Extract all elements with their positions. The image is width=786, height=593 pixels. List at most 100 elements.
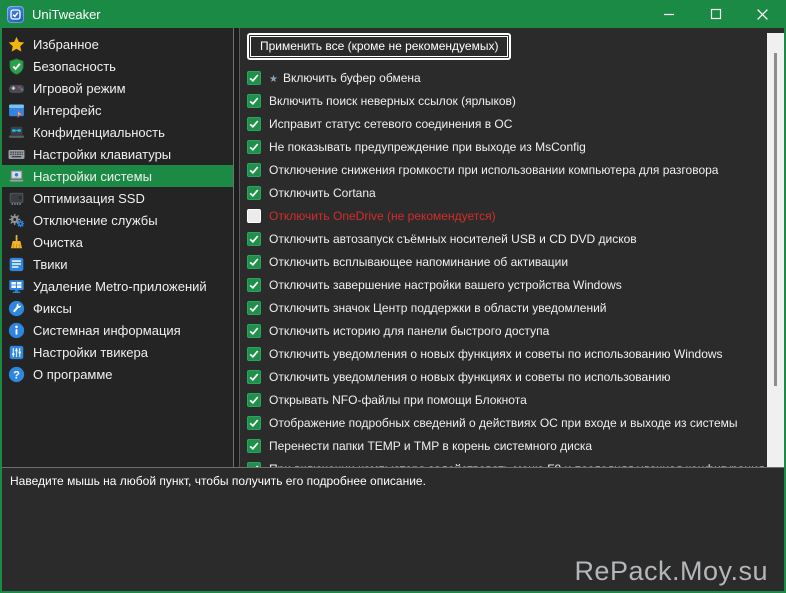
checkbox-checked[interactable] xyxy=(247,186,261,200)
tweak-options-list: ★Включить буфер обмена Включить поиск нев… xyxy=(247,66,760,467)
sidebar-item-interface[interactable]: Интерфейс xyxy=(2,99,233,121)
close-button[interactable] xyxy=(739,0,786,28)
titlebar: UniTweaker xyxy=(0,0,786,28)
checkbox-checked[interactable] xyxy=(247,301,261,315)
watermark-text: RePack.Moy.su xyxy=(574,556,768,587)
checkbox-checked[interactable] xyxy=(247,232,261,246)
checkbox-checked[interactable] xyxy=(247,140,261,154)
broom-icon xyxy=(8,234,25,251)
laptop-icon xyxy=(8,168,25,185)
sidebar-item-favorites[interactable]: Избранное xyxy=(2,33,233,55)
tweak-option-row[interactable]: Отключить всплывающее напоминание об акт… xyxy=(247,250,760,273)
sidebar-item-label: Конфиденциальность xyxy=(33,125,165,140)
checkbox-checked[interactable] xyxy=(247,163,261,177)
sidebar-item-metro-apps[interactable]: Удаление Metro-приложений xyxy=(2,275,233,297)
tweak-option-label: Отключить уведомления о новых функциях и… xyxy=(269,347,723,361)
sidebar-item-services[interactable]: Отключение службы xyxy=(2,209,233,231)
shield-icon xyxy=(8,58,25,75)
sliders-icon xyxy=(8,344,25,361)
sidebar-item-label: Игровой режим xyxy=(33,81,126,96)
checkbox-unchecked[interactable] xyxy=(247,209,261,223)
tweak-option-label: Отображение подробных сведений о действи… xyxy=(269,416,738,430)
tweak-option-label: Отключить завершение настройки вашего ус… xyxy=(269,278,622,292)
tweak-option-row[interactable]: Отключить уведомления о новых функциях и… xyxy=(247,365,760,388)
tweak-option-label: Не показывать предупреждение при выходе … xyxy=(269,140,586,154)
ssd-icon xyxy=(8,190,25,207)
tweak-option-row[interactable]: Отключение снижения громкости при исполь… xyxy=(247,158,760,181)
gamepad-icon xyxy=(8,80,25,97)
sidebar-item-fixes[interactable]: Фиксы xyxy=(2,297,233,319)
tweak-option-label: Включить поиск неверных ссылок (ярлыков) xyxy=(269,94,516,108)
tweak-option-label: Отключить всплывающее напоминание об акт… xyxy=(269,255,568,269)
sidebar-item-label: Настройки твикера xyxy=(33,345,148,360)
tweak-option-row[interactable]: Отключить уведомления о новых функциях и… xyxy=(247,342,760,365)
checkbox-checked[interactable] xyxy=(247,416,261,430)
tweak-option-row[interactable]: Перенести папки TEMP и TMP в корень сист… xyxy=(247,434,760,457)
tweak-option-row[interactable]: Отключить автозапуск съёмных носителей U… xyxy=(247,227,760,250)
sidebar-item-label: Отключение службы xyxy=(33,213,158,228)
sidebar-item-tweaks[interactable]: Твики xyxy=(2,253,233,275)
tweak-option-label: Отключить автозапуск съёмных носителей U… xyxy=(269,232,637,246)
checkbox-checked[interactable] xyxy=(247,255,261,269)
sidebar-item-privacy[interactable]: Конфиденциальность xyxy=(2,121,233,143)
tweak-option-label: Перенести папки TEMP и TMP в корень сист… xyxy=(269,439,592,453)
tweak-option-row[interactable]: Включить поиск неверных ссылок (ярлыков) xyxy=(247,89,760,112)
minimize-button[interactable] xyxy=(645,0,692,28)
tweak-option-label: Отключить значок Центр поддержки в облас… xyxy=(269,301,607,315)
tweak-option-row[interactable]: При включении компьютера задействовать м… xyxy=(247,457,760,467)
tweak-option-row[interactable]: Не показывать предупреждение при выходе … xyxy=(247,135,760,158)
sidebar-item-system-info[interactable]: Системная информация xyxy=(2,319,233,341)
tweak-option-row[interactable]: ★Включить буфер обмена xyxy=(247,66,760,89)
checkbox-checked[interactable] xyxy=(247,324,261,338)
star-icon xyxy=(8,36,25,53)
sidebar-item-label: Оптимизация SSD xyxy=(33,191,145,206)
tweak-option-row[interactable]: Отключить Cortana xyxy=(247,181,760,204)
checkbox-checked[interactable] xyxy=(247,370,261,384)
vertical-scrollbar[interactable] xyxy=(767,33,784,467)
sidebar-item-about[interactable]: ?О программе xyxy=(2,363,233,385)
sidebar-item-security[interactable]: Безопасность xyxy=(2,55,233,77)
maximize-button[interactable] xyxy=(692,0,739,28)
sidebar-item-cleanup[interactable]: Очистка xyxy=(2,231,233,253)
window-title: UniTweaker xyxy=(32,7,101,22)
window-icon xyxy=(8,102,25,119)
tweak-option-label: Отключить историю для панели быстрого до… xyxy=(269,324,549,338)
monitor-icon xyxy=(8,278,25,295)
sidebar-item-label: Фиксы xyxy=(33,301,72,316)
tweak-option-row[interactable]: Отключить значок Центр поддержки в облас… xyxy=(247,296,760,319)
apply-all-button[interactable]: Применить все (кроме не рекомендуемых) xyxy=(247,33,511,60)
tweak-option-label: Открывать NFO-файлы при помощи Блокнота xyxy=(269,393,527,407)
sidebar-item-label: Твики xyxy=(33,257,68,272)
tweak-option-row[interactable]: Открывать NFO-файлы при помощи Блокнота xyxy=(247,388,760,411)
window-body: Избранное Безопасность Игровой режим Интерф… xyxy=(2,28,784,467)
checkbox-checked[interactable] xyxy=(247,94,261,108)
checkbox-checked[interactable] xyxy=(247,117,261,131)
tweak-option-label: Исправит статус сетевого соединения в ОС xyxy=(269,117,512,131)
app-window: UniTweaker Избранное Безопасность Игровой … xyxy=(0,0,786,593)
sidebar-item-keyboard-settings[interactable]: Настройки клавиатуры xyxy=(2,143,233,165)
tweak-option-row[interactable]: Отображение подробных сведений о действи… xyxy=(247,411,760,434)
keyboard-icon xyxy=(8,146,25,163)
sidebar-item-system-settings[interactable]: Настройки системы xyxy=(2,165,233,187)
sidebar-item-label: Удаление Metro-приложений xyxy=(33,279,207,294)
tweak-option-row[interactable]: Исправит статус сетевого соединения в ОС xyxy=(247,112,760,135)
sidebar-item-label: Безопасность xyxy=(33,59,116,74)
checkbox-checked[interactable] xyxy=(247,347,261,361)
tweak-option-row[interactable]: Отключить OneDrive (не рекомендуется) xyxy=(247,204,760,227)
scrollbar-thumb[interactable] xyxy=(774,53,777,386)
question-icon: ? xyxy=(8,366,25,383)
tweak-option-row[interactable]: Отключить завершение настройки вашего ус… xyxy=(247,273,760,296)
sidebar-item-ssd-optimization[interactable]: Оптимизация SSD xyxy=(2,187,233,209)
sidebar-item-tweaker-settings[interactable]: Настройки твикера xyxy=(2,341,233,363)
wrench-icon xyxy=(8,300,25,317)
tweak-option-row[interactable]: Отключить историю для панели быстрого до… xyxy=(247,319,760,342)
tweak-option-label: Отключить OneDrive (не рекомендуется) xyxy=(269,209,496,223)
checkbox-checked[interactable] xyxy=(247,278,261,292)
checkbox-checked[interactable] xyxy=(247,71,261,85)
tweak-option-label: ★Включить буфер обмена xyxy=(269,71,421,85)
tweak-option-label: Отключить уведомления о новых функциях и… xyxy=(269,370,671,384)
checkbox-checked[interactable] xyxy=(247,439,261,453)
checkbox-checked[interactable] xyxy=(247,393,261,407)
sidebar-item-label: Очистка xyxy=(33,235,83,250)
sidebar-item-game-mode[interactable]: Игровой режим xyxy=(2,77,233,99)
